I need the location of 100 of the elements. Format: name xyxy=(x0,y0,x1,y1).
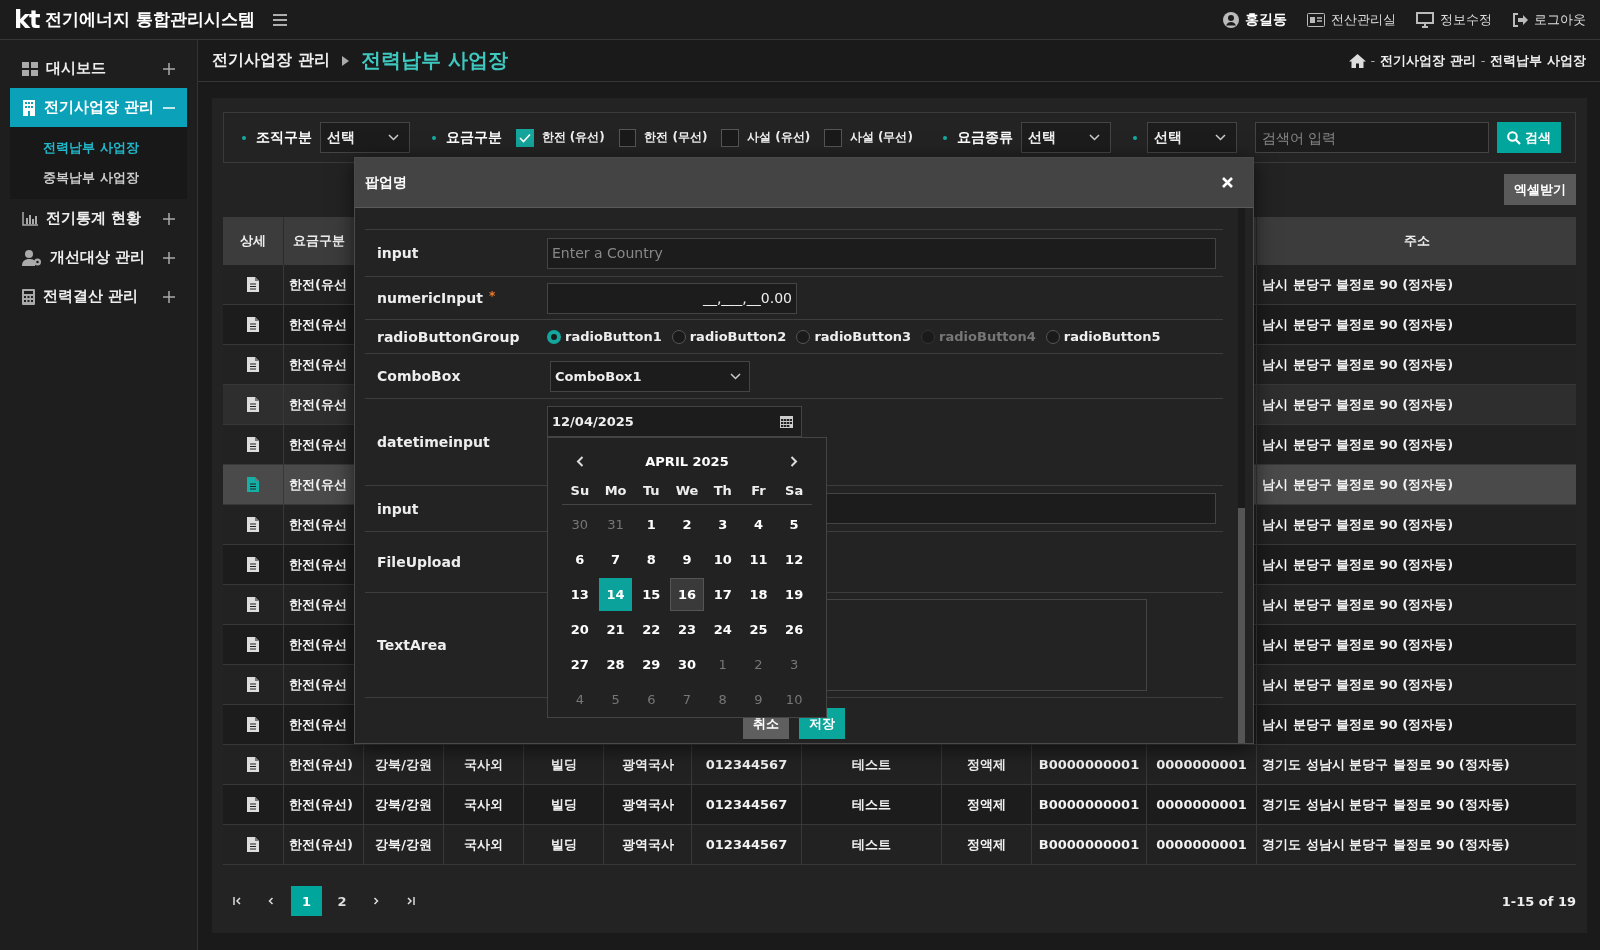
excel-button[interactable]: 엑셀받기 xyxy=(1504,174,1576,205)
calendar-day[interactable]: 30 xyxy=(563,508,597,541)
header-link[interactable]: 정보수정 xyxy=(1416,10,1492,29)
document-icon[interactable] xyxy=(247,357,259,372)
calendar-day[interactable]: 22 xyxy=(634,613,669,646)
calendar-day[interactable]: 2 xyxy=(741,648,776,681)
calendar-day[interactable]: 7 xyxy=(670,683,704,716)
home-icon[interactable] xyxy=(1348,53,1366,68)
checkbox[interactable] xyxy=(824,128,842,147)
submenu-item[interactable]: 전력납부 사업장 xyxy=(10,133,187,163)
calendar-icon[interactable] xyxy=(780,415,793,428)
document-icon[interactable] xyxy=(247,677,259,692)
next-page-icon[interactable] xyxy=(373,897,379,905)
page-button[interactable]: 2 xyxy=(328,886,356,916)
search-field[interactable]: 검색어 입력 xyxy=(1254,122,1490,153)
document-icon[interactable] xyxy=(247,517,259,532)
plus-icon[interactable] xyxy=(163,251,175,264)
document-icon[interactable] xyxy=(247,277,259,292)
breadcrumb-link[interactable]: 전기사업장 관리 xyxy=(1380,51,1476,70)
document-icon[interactable] xyxy=(247,317,259,332)
select-field[interactable]: 선택 xyxy=(319,122,411,153)
plus-icon[interactable] xyxy=(163,212,175,225)
sidebar-item[interactable]: 전력결산 관리 xyxy=(10,277,187,316)
previous-page-icon[interactable] xyxy=(268,897,274,905)
calendar-day[interactable]: 3 xyxy=(705,508,740,541)
document-icon[interactable] xyxy=(247,397,259,412)
checkbox[interactable] xyxy=(618,128,637,147)
last-page-icon[interactable] xyxy=(405,897,415,905)
document-icon[interactable] xyxy=(247,437,259,452)
table-row[interactable]: 한전(유선) 강북/강원 국사외 빌딩 광역국사 012344567 테스트 정액제 B0000000001 0000000001 경기도 성남시 분당구 불정로 90 (정자동) xyxy=(223,745,1576,785)
document-icon[interactable] xyxy=(247,637,259,652)
input-field[interactable]: Enter a Country xyxy=(547,237,1216,269)
calendar-day[interactable]: 6 xyxy=(563,543,597,576)
calendar-day[interactable]: 7 xyxy=(598,543,633,576)
calendar-day[interactable]: 13 xyxy=(563,578,597,611)
calendar-day[interactable]: 11 xyxy=(741,543,776,576)
numeric-field[interactable]: __,___,__0.00 xyxy=(547,282,797,314)
document-icon[interactable] xyxy=(247,477,259,492)
calendar-day[interactable]: 25 xyxy=(741,613,776,646)
header-link[interactable]: 로그아웃 xyxy=(1512,10,1586,29)
close-icon[interactable] xyxy=(1222,177,1233,188)
calendar-day[interactable]: 23 xyxy=(670,613,704,646)
document-icon[interactable] xyxy=(247,837,259,852)
radio-option[interactable]: radioButton3 xyxy=(796,329,912,344)
header-link[interactable]: 전산관리실 xyxy=(1307,10,1396,29)
calendar-day[interactable]: 5 xyxy=(598,683,633,716)
calendar-day[interactable]: 4 xyxy=(741,508,776,541)
calendar-day[interactable]: 28 xyxy=(598,648,633,681)
calendar-day[interactable]: 12 xyxy=(777,543,811,576)
scrollbar[interactable] xyxy=(1238,208,1245,743)
calendar-day[interactable]: 17 xyxy=(705,578,740,611)
calendar-day[interactable]: 3 xyxy=(777,648,811,681)
calendar-day[interactable]: 5 xyxy=(777,508,811,541)
calendar-day[interactable]: 8 xyxy=(634,543,669,576)
plus-icon[interactable] xyxy=(163,290,175,303)
calendar-day[interactable]: 6 xyxy=(634,683,669,716)
calendar-day[interactable]: 10 xyxy=(705,543,740,576)
select-field[interactable]: 선택 xyxy=(1146,122,1237,153)
calendar-day[interactable]: 21 xyxy=(598,613,633,646)
calendar-day[interactable]: 27 xyxy=(563,648,597,681)
calendar-day[interactable]: 19 xyxy=(777,578,811,611)
plus-icon[interactable] xyxy=(163,62,175,75)
calendar-day[interactable]: 4 xyxy=(563,683,597,716)
sidebar-item[interactable]: 대시보드 xyxy=(10,49,187,88)
previous-month-icon[interactable] xyxy=(576,455,584,467)
date-field[interactable]: 12/04/2025 xyxy=(547,406,802,437)
calendar-day[interactable]: 24 xyxy=(705,613,740,646)
calendar-day[interactable]: 31 xyxy=(598,508,633,541)
breadcrumb-link[interactable]: 전력납부 사업장 xyxy=(1490,51,1586,70)
calendar-day[interactable]: 16 xyxy=(670,578,704,611)
radio-option[interactable]: radioButton5 xyxy=(1045,329,1161,344)
calendar-day[interactable]: 2 xyxy=(670,508,704,541)
sidebar-item[interactable]: 전기통계 현황 xyxy=(10,199,187,238)
calendar-day[interactable]: 1 xyxy=(705,648,740,681)
calendar-day[interactable]: 29 xyxy=(634,648,669,681)
document-icon[interactable] xyxy=(247,597,259,612)
header-link[interactable]: 홍길동 xyxy=(1223,10,1287,29)
radio-option[interactable]: radioButton2 xyxy=(671,329,787,344)
document-icon[interactable] xyxy=(247,757,259,772)
calendar-day[interactable]: 15 xyxy=(634,578,669,611)
calendar-day[interactable]: 20 xyxy=(563,613,597,646)
calendar-day[interactable]: 9 xyxy=(670,543,704,576)
document-icon[interactable] xyxy=(247,797,259,812)
sidebar-item[interactable]: 개선대상 관리 xyxy=(10,238,187,277)
document-icon[interactable] xyxy=(247,557,259,572)
calendar-day[interactable]: 26 xyxy=(777,613,811,646)
table-row[interactable]: 한전(유선) 강북/강원 국사외 빌딩 광역국사 012344567 테스트 정액제 B0000000001 0000000001 경기도 성남시 분당구 불정로 90 (정자동) xyxy=(223,785,1576,825)
calendar-day[interactable]: 8 xyxy=(705,683,740,716)
first-page-icon[interactable] xyxy=(232,897,242,905)
submenu-item[interactable]: 중복납부 사업장 xyxy=(10,163,187,193)
select-field[interactable]: 선택 xyxy=(1020,122,1111,153)
radio-option[interactable]: radioButton1 xyxy=(547,329,662,344)
calendar-day[interactable]: 18 xyxy=(741,578,776,611)
calendar-day[interactable]: 1 xyxy=(634,508,669,541)
calendar-day[interactable]: 30 xyxy=(670,648,704,681)
menu-icon[interactable] xyxy=(273,13,288,26)
table-row[interactable]: 한전(유선) 강북/강원 국사외 빌딩 광역국사 012344567 테스트 정액제 B0000000001 0000000001 경기도 성남시 분당구 불정로 90 (정자동) xyxy=(223,825,1576,865)
document-icon[interactable] xyxy=(247,717,259,732)
combo-box[interactable]: ComboBox1 xyxy=(550,360,750,392)
next-month-icon[interactable] xyxy=(790,455,798,467)
